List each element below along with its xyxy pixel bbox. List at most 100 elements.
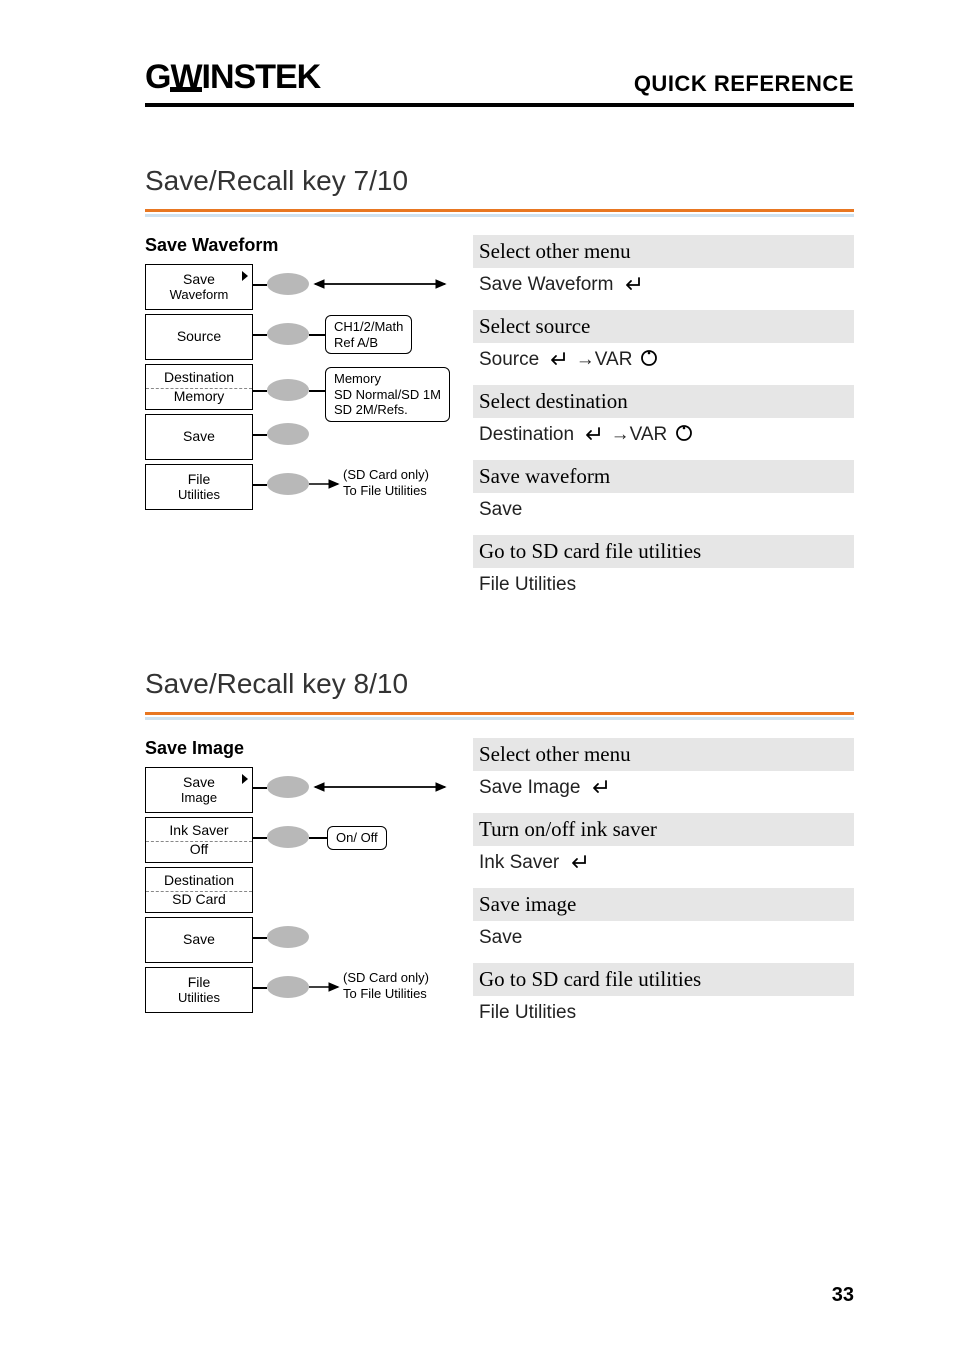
menu-label: Destination <box>146 873 252 891</box>
step-action: Save <box>473 921 854 963</box>
page-header: GWINSTEK QUICK REFERENCE <box>145 58 854 107</box>
knob-icon <box>267 273 309 295</box>
step-text: Source <box>479 349 539 370</box>
steps-7: Select other menu Save Waveform Select s… <box>473 235 854 610</box>
step-heading: Select other menu <box>473 235 854 268</box>
side-box-line: CH1/2/Math <box>334 319 403 335</box>
menu-label: File <box>188 472 211 487</box>
menu-label: Source <box>177 329 221 344</box>
section-7: Save/Recall key 7/10 Save Waveform Save … <box>145 165 854 610</box>
menu-arrow-icon <box>242 271 248 281</box>
header-title: QUICK REFERENCE <box>634 71 854 97</box>
knob-icon <box>267 473 309 495</box>
menu-save: Save <box>145 917 253 963</box>
diagram-7: Save Waveform Save Waveform Source Desti… <box>145 235 455 525</box>
knob-icon <box>267 926 309 948</box>
step-text: →VAR <box>611 424 668 445</box>
step-heading: Save image <box>473 888 854 921</box>
side-box-line: SD Normal/SD 1M <box>334 387 441 403</box>
menu-label: Save <box>183 272 215 287</box>
section-title: Save/Recall key 8/10 <box>145 668 854 700</box>
step-heading: Go to SD card file utilities <box>473 963 854 996</box>
steps-8: Select other menu Save Image Turn on/off… <box>473 738 854 1038</box>
step-action: Source →VAR <box>473 343 854 385</box>
step-action: Save <box>473 493 854 535</box>
step-text: Ink Saver <box>479 852 559 873</box>
menu-destination: Destination Memory <box>145 364 253 410</box>
side-box-onoff: On/ Off <box>327 826 387 850</box>
step-text: Save Waveform <box>479 274 613 295</box>
menu-label: Save <box>183 429 215 444</box>
menu-label: Ink Saver <box>146 823 252 841</box>
rule-orange <box>145 209 854 212</box>
step-heading: Save waveform <box>473 460 854 493</box>
step-heading: Select other menu <box>473 738 854 771</box>
menu-file-utilities: File Utilities <box>145 967 253 1013</box>
menu-label: Save <box>183 775 215 790</box>
step-heading: Select destination <box>473 385 854 418</box>
menu-file-utilities: File Utilities <box>145 464 253 510</box>
rule-blue <box>145 717 854 720</box>
step-heading: Go to SD card file utilities <box>473 535 854 568</box>
knob-icon <box>267 423 309 445</box>
menu-save: Save <box>145 414 253 460</box>
diagram-title: Save Image <box>145 738 455 759</box>
menu-save-waveform: Save Waveform <box>145 264 253 310</box>
menu-label: Utilities <box>178 488 220 502</box>
enter-icon <box>621 276 643 292</box>
side-text-line: To File Utilities <box>343 986 429 1002</box>
step-text: →VAR <box>576 349 633 370</box>
section-title: Save/Recall key 7/10 <box>145 165 854 197</box>
menu-ink-saver: Ink Saver Off <box>145 817 253 863</box>
enter-icon <box>581 426 603 442</box>
side-box-line: On/ Off <box>336 830 378 846</box>
side-box-line: SD 2M/Refs. <box>334 402 441 418</box>
section-8: Save/Recall key 8/10 Save Image Save Ima… <box>145 668 854 1038</box>
knob-icon <box>267 323 309 345</box>
side-text-sd: (SD Card only) To File Utilities <box>343 467 429 500</box>
side-box-dest-opts: Memory SD Normal/SD 1M SD 2M/Refs. <box>325 367 450 422</box>
menu-label: SD Card <box>172 892 226 907</box>
var-knob-icon <box>640 349 658 367</box>
step-heading: Select source <box>473 310 854 343</box>
rule-orange <box>145 712 854 715</box>
enter-icon <box>588 779 610 795</box>
side-box-source-opts: CH1/2/Math Ref A/B <box>325 315 412 354</box>
menu-label: Utilities <box>178 991 220 1005</box>
brand-logo: GWINSTEK <box>145 58 320 97</box>
side-text-line: (SD Card only) <box>343 467 429 483</box>
step-text: Save Image <box>479 777 580 798</box>
side-box-line: Ref A/B <box>334 335 403 351</box>
menu-label: Image <box>181 791 217 805</box>
knob-icon <box>267 976 309 998</box>
step-action: Save Image <box>473 771 854 813</box>
page-number: 33 <box>832 1284 854 1307</box>
menu-arrow-icon <box>242 774 248 784</box>
menu-label: Save <box>183 932 215 947</box>
knob-icon <box>267 826 309 848</box>
enter-icon <box>567 854 589 870</box>
step-action: Ink Saver <box>473 846 854 888</box>
step-action: File Utilities <box>473 996 854 1038</box>
menu-label: Destination <box>146 370 252 388</box>
diagram-8: Save Image Save Image Ink Saver Off Dest… <box>145 738 455 1028</box>
menu-label: File <box>188 975 211 990</box>
step-text: Destination <box>479 424 574 445</box>
step-action: Save Waveform <box>473 268 854 310</box>
knob-icon <box>267 379 309 401</box>
diagram-title: Save Waveform <box>145 235 455 256</box>
menu-destination: Destination SD Card <box>145 867 253 913</box>
step-heading: Turn on/off ink saver <box>473 813 854 846</box>
step-action: Destination →VAR <box>473 418 854 460</box>
side-text-line: (SD Card only) <box>343 970 429 986</box>
menu-label: Memory <box>174 389 225 404</box>
rule-blue <box>145 214 854 217</box>
menu-label: Off <box>190 842 208 857</box>
menu-save-image: Save Image <box>145 767 253 813</box>
var-knob-icon <box>675 424 693 442</box>
side-box-line: Memory <box>334 371 441 387</box>
menu-label: Waveform <box>170 288 229 302</box>
enter-icon <box>546 351 568 367</box>
side-text-sd: (SD Card only) To File Utilities <box>343 970 429 1003</box>
knob-icon <box>267 776 309 798</box>
